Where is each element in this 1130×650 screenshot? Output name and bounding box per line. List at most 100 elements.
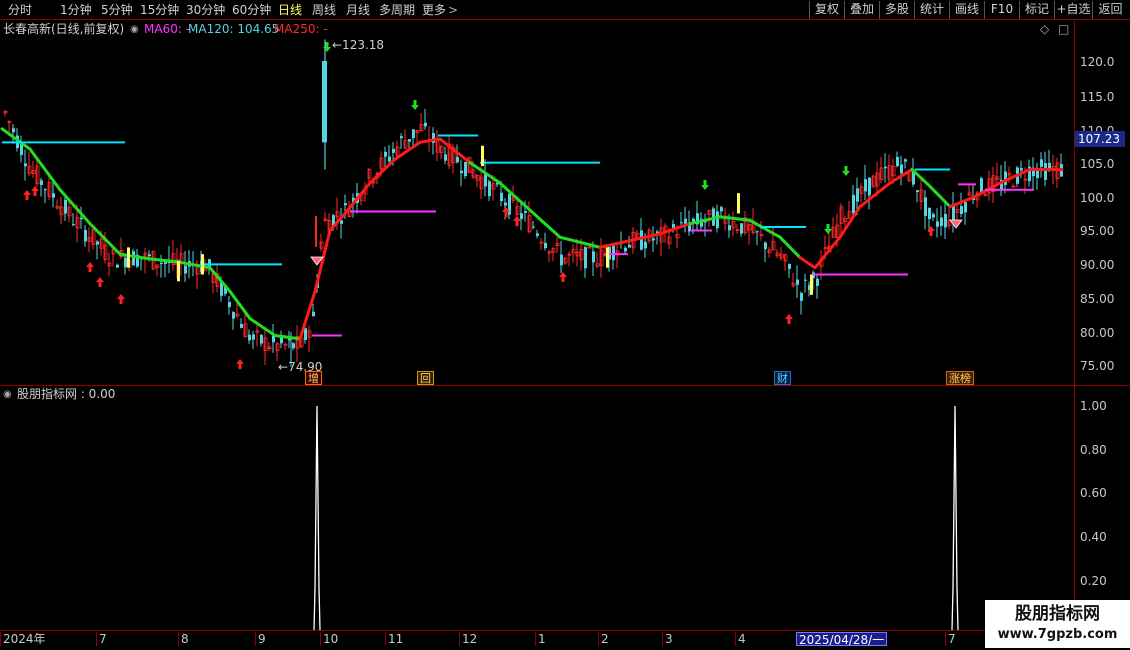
candle-body xyxy=(488,181,491,197)
candle-body xyxy=(248,334,251,341)
candle-body xyxy=(124,257,127,268)
candle-body xyxy=(240,324,243,328)
price-tick: 95.00 xyxy=(1080,224,1115,238)
sell-arrow-icon xyxy=(824,224,832,234)
ma-trend-line xyxy=(248,317,277,337)
candle-body xyxy=(400,136,403,139)
candle-body xyxy=(904,159,907,162)
candle-body xyxy=(592,251,595,263)
event-marker-回[interactable]: 回 xyxy=(417,371,434,385)
candle-body xyxy=(940,217,943,226)
candle-body xyxy=(464,162,467,177)
candle-body xyxy=(584,247,587,269)
candle-body xyxy=(384,151,387,157)
date-label: 9 xyxy=(255,632,266,646)
candle-body xyxy=(1004,171,1007,185)
candle-body xyxy=(764,242,767,250)
candle-body xyxy=(408,139,411,142)
candle-body xyxy=(644,241,647,249)
watermark-logo: 股朋指标网 www.7gpzb.com xyxy=(985,600,1130,648)
price-tick: 115.0 xyxy=(1080,90,1115,104)
buy-arrow-icon xyxy=(31,186,39,196)
candle-body xyxy=(84,229,87,242)
candle-body xyxy=(12,128,15,133)
ma-trend-line xyxy=(928,184,952,209)
candle-body xyxy=(116,264,119,268)
date-label: 2 xyxy=(598,632,609,646)
buy-arrow-icon xyxy=(785,314,793,324)
sub-tick: 0.40 xyxy=(1080,530,1107,544)
candle-body xyxy=(44,189,47,191)
candle-body xyxy=(64,199,67,214)
candle-body xyxy=(1044,163,1047,180)
signal-bar xyxy=(810,274,813,295)
sell-arrow-icon xyxy=(411,100,419,110)
candle-body xyxy=(504,202,507,206)
candle-body xyxy=(852,194,855,214)
candle-body xyxy=(520,213,523,220)
candle-body xyxy=(924,197,927,216)
candle-body xyxy=(40,180,43,185)
event-marker-财[interactable]: 财 xyxy=(774,371,791,385)
ma-trend-line xyxy=(813,235,842,270)
candle-body xyxy=(624,247,627,252)
sub-tick: 0.80 xyxy=(1080,443,1107,457)
candle-body xyxy=(312,311,315,317)
price-tick: 75.00 xyxy=(1080,359,1115,373)
pane-divider-axis xyxy=(1075,385,1130,386)
candle-body xyxy=(728,225,731,231)
indicator-spike xyxy=(313,405,321,631)
settings-circle-icon[interactable]: ◉ xyxy=(3,387,12,402)
signal-bar xyxy=(481,145,484,167)
ma-trend-line xyxy=(148,257,182,264)
price-tick: 80.00 xyxy=(1080,326,1115,340)
candle-body xyxy=(132,251,135,266)
candle-body xyxy=(160,262,163,265)
candle-body xyxy=(292,343,295,349)
sub-tick: 0.20 xyxy=(1080,574,1107,588)
kline-chart[interactable]: ←123.18←74.90 xyxy=(0,0,1130,650)
candle-body xyxy=(52,193,55,198)
ma-trend-line xyxy=(558,235,602,249)
candle-body xyxy=(24,163,27,167)
date-label: 11 xyxy=(385,632,403,646)
candle-body xyxy=(444,154,447,161)
candle-body xyxy=(884,166,887,169)
candle-body xyxy=(1036,169,1039,179)
candle-body xyxy=(804,279,807,281)
date-label: 12 xyxy=(459,632,477,646)
candle-body xyxy=(756,231,759,233)
event-marker-涨榜[interactable]: 涨榜 xyxy=(946,371,974,385)
candle-body xyxy=(184,265,187,274)
cursor-date-box: 2025/04/28/一 xyxy=(796,632,888,647)
candle-body xyxy=(72,224,75,226)
buy-arrow-icon xyxy=(96,277,104,287)
pane-divider xyxy=(0,385,1075,386)
date-label: 7 xyxy=(945,632,956,646)
price-axis-divider xyxy=(1074,21,1075,630)
candle-body xyxy=(80,217,83,220)
diamond-signal-icon xyxy=(949,219,963,229)
date-axis: 2024年 7 8 9 10 11 12 1 2 3 4 6 7 2025/04… xyxy=(0,630,1075,647)
candle-body xyxy=(680,222,683,224)
candle-body xyxy=(816,278,819,286)
candle-body xyxy=(1020,168,1023,171)
candle-body xyxy=(544,242,547,249)
price-tick: 90.00 xyxy=(1080,258,1115,272)
candle-body xyxy=(96,241,99,245)
event-marker-增[interactable]: 增 xyxy=(305,371,322,385)
candle-body xyxy=(640,230,643,250)
signal-bar xyxy=(201,254,204,275)
candle-body xyxy=(936,221,939,227)
buy-arrow-icon xyxy=(117,294,125,304)
buy-arrow-icon xyxy=(23,190,31,200)
indicator-spike xyxy=(951,405,959,631)
candle-body xyxy=(388,156,391,162)
date-label: 2024年 xyxy=(0,632,46,646)
date-label: 10 xyxy=(320,632,338,646)
candle-body xyxy=(1040,159,1043,167)
candle-body xyxy=(796,279,799,285)
candle-body xyxy=(232,312,235,319)
candle-body xyxy=(960,206,963,214)
candle-body xyxy=(252,334,255,340)
